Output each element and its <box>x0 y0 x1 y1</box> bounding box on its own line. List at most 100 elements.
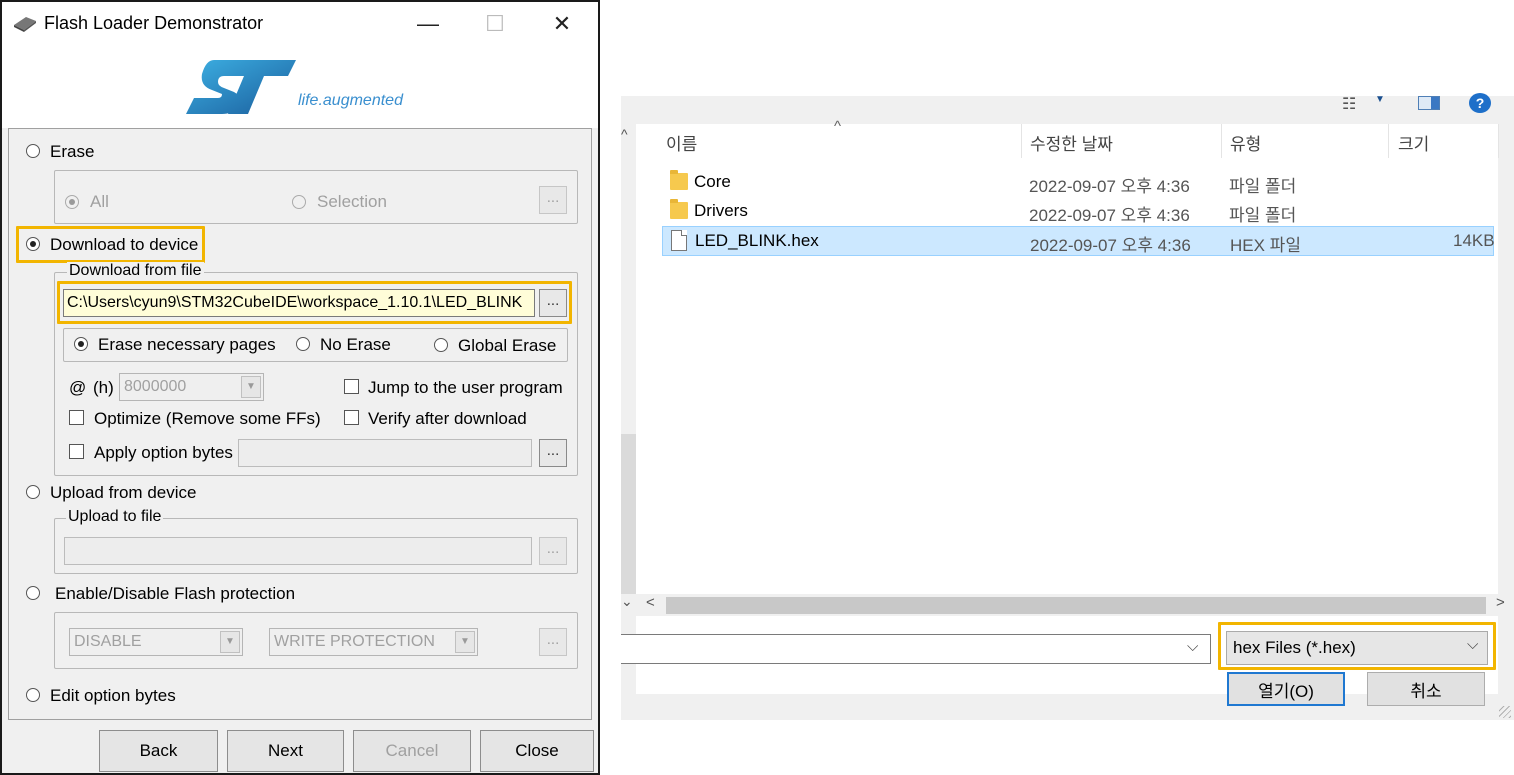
jump-user-checkbox[interactable] <box>344 379 359 394</box>
protection-type-combo[interactable]: WRITE PROTECTION ▼ <box>269 628 478 656</box>
edit-option-bytes-label: Edit option bytes <box>50 686 176 705</box>
open-button[interactable]: 열기(O) <box>1227 672 1345 706</box>
st-logo <box>186 60 296 114</box>
option-bytes-file-input[interactable] <box>238 439 532 467</box>
scroll-down-icon[interactable]: ⌄ <box>621 593 633 610</box>
file-name: LED_BLINK.hex <box>695 231 819 250</box>
address-combo[interactable]: 8000000 ▼ <box>119 373 264 401</box>
upload-file-input[interactable] <box>64 537 532 565</box>
upload-to-file-title: Upload to file <box>66 508 164 526</box>
app-icon <box>14 17 36 32</box>
folder-icon <box>670 170 688 190</box>
erase-necessary-radio[interactable] <box>74 337 88 351</box>
file-name: Drivers <box>694 201 748 220</box>
flash-protection-radio[interactable] <box>26 586 40 600</box>
column-header-date[interactable]: 수정한 날짜 <box>1030 130 1113 155</box>
chevron-down-icon[interactable]: ▼ <box>220 631 240 653</box>
chevron-down-icon[interactable]: ▼ <box>241 376 261 398</box>
file-open-dialog: ☷ ▼ ? ^ ⌄ 이름 ^ 수정한 날짜 유형 크기 Core 2022-09… <box>621 93 1514 720</box>
title-bar: Flash Loader Demonstrator — ☐ ✕ <box>2 2 598 46</box>
address-value: 8000000 <box>124 378 187 395</box>
verify-label: Verify after download <box>368 409 527 428</box>
list-item[interactable]: Core 2022-09-07 오후 4:36 파일 폴더 <box>662 168 1494 196</box>
window-title: Flash Loader Demonstrator <box>44 13 264 33</box>
chevron-down-icon[interactable]: ▼ <box>455 631 475 653</box>
apply-option-bytes-label: Apply option bytes <box>94 443 233 462</box>
protection-state-combo[interactable]: DISABLE ▼ <box>69 628 243 656</box>
apply-option-bytes-checkbox[interactable] <box>69 444 84 459</box>
view-dropdown-icon[interactable]: ▼ <box>1375 94 1385 105</box>
horizontal-scroll-thumb[interactable] <box>666 597 1486 614</box>
file-type: 파일 폴더 <box>1229 177 1297 196</box>
download-from-file-title: Download from file <box>67 262 204 280</box>
help-icon[interactable]: ? <box>1469 93 1491 113</box>
scroll-right-icon[interactable]: > <box>1496 594 1505 611</box>
erase-selection-label: Selection <box>317 192 387 211</box>
filter-highlight <box>1218 622 1496 670</box>
file-size: 14KB <box>1453 231 1495 250</box>
minimize-button[interactable]: — <box>406 8 450 40</box>
column-separator[interactable] <box>1021 124 1022 158</box>
global-erase-radio[interactable] <box>434 338 448 352</box>
sort-up-icon: ^ <box>834 118 842 135</box>
file-date: 2022-09-07 오후 4:36 <box>1029 177 1190 196</box>
no-erase-radio[interactable] <box>296 337 310 351</box>
upload-browse-button[interactable]: ... <box>539 537 567 565</box>
column-separator[interactable] <box>1498 124 1499 158</box>
erase-group <box>54 170 578 224</box>
protection-type-value: WRITE PROTECTION <box>274 633 435 650</box>
column-header-size[interactable]: 크기 <box>1398 130 1429 155</box>
view-options-icon[interactable]: ☷ <box>1342 94 1356 114</box>
list-item[interactable]: Drivers 2022-09-07 오후 4:36 파일 폴더 <box>662 197 1494 225</box>
download-highlight <box>16 226 205 263</box>
erase-radio[interactable] <box>26 144 40 158</box>
erase-necessary-label: Erase necessary pages <box>98 335 276 354</box>
maximize-button[interactable]: ☐ <box>473 8 517 40</box>
flash-protection-label: Enable/Disable Flash protection <box>55 584 296 603</box>
scroll-up-icon[interactable]: ^ <box>621 126 628 142</box>
logo-tagline: life.augmented <box>298 92 403 109</box>
next-button[interactable]: Next <box>227 730 344 772</box>
close-button[interactable]: Close <box>480 730 594 772</box>
erase-selection-radio[interactable] <box>292 195 306 209</box>
resize-grip-icon[interactable] <box>1499 706 1511 718</box>
jump-user-label: Jump to the user program <box>368 378 563 397</box>
file-date: 2022-09-07 오후 4:36 <box>1030 236 1191 255</box>
column-separator[interactable] <box>1388 124 1389 158</box>
nav-pane-scrollbar[interactable] <box>621 124 636 594</box>
preview-pane-icon[interactable] <box>1418 96 1440 110</box>
close-window-button[interactable]: ✕ <box>540 8 584 40</box>
folder-icon <box>670 199 688 219</box>
cancel-button[interactable]: Cancel <box>353 730 471 772</box>
erase-all-radio[interactable] <box>65 195 79 209</box>
edit-option-bytes-radio[interactable] <box>26 688 40 702</box>
list-item-selected[interactable]: LED_BLINK.hex 2022-09-07 오후 4:36 HEX 파일 … <box>662 226 1495 256</box>
file-type: HEX 파일 <box>1230 236 1301 255</box>
column-separator[interactable] <box>1221 124 1222 158</box>
optimize-label: Optimize (Remove some FFs) <box>94 409 321 428</box>
filename-input[interactable]: ⌵ <box>621 634 1211 664</box>
nav-pane-scroll-thumb[interactable] <box>621 434 636 594</box>
protection-state-value: DISABLE <box>74 633 142 650</box>
erase-selection-browse-button[interactable]: ... <box>539 186 567 214</box>
verify-checkbox[interactable] <box>344 410 359 425</box>
protection-browse-button[interactable]: ... <box>539 628 567 656</box>
chevron-down-icon[interactable]: ⌵ <box>1187 638 1198 655</box>
column-header-type[interactable]: 유형 <box>1230 130 1261 155</box>
address-at-label: @ <box>69 378 87 397</box>
column-header-name[interactable]: 이름 <box>666 130 697 155</box>
dialog-cancel-button[interactable]: 취소 <box>1367 672 1485 706</box>
file-path-highlight <box>57 281 572 324</box>
upload-radio[interactable] <box>26 485 40 499</box>
optimize-checkbox[interactable] <box>69 410 84 425</box>
horizontal-scrollbar[interactable]: < > <box>636 594 1513 616</box>
upload-label: Upload from device <box>50 483 197 502</box>
scroll-left-icon[interactable]: < <box>646 594 655 611</box>
option-bytes-browse-button[interactable]: ... <box>539 439 567 467</box>
address-hex-label: (h) <box>93 378 114 397</box>
global-erase-label: Global Erase <box>458 336 557 355</box>
back-button[interactable]: Back <box>99 730 218 772</box>
file-date: 2022-09-07 오후 4:36 <box>1029 206 1190 225</box>
logo-band: life.augmented <box>2 46 598 128</box>
file-icon <box>671 230 687 251</box>
